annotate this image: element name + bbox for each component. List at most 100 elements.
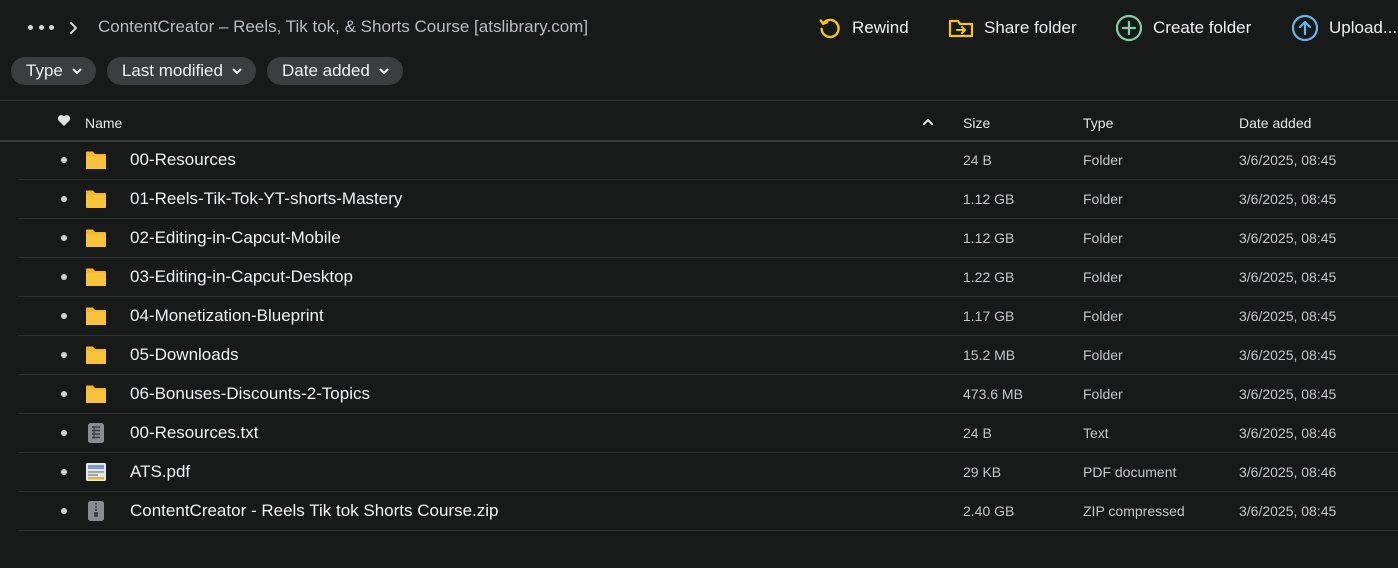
heart-icon[interactable] xyxy=(57,114,71,127)
file-date-added: 3/6/2025, 08:45 xyxy=(1239,308,1337,324)
folder-icon xyxy=(86,346,106,364)
breadcrumb-current-folder[interactable]: ContentCreator – Reels, Tik tok, & Short… xyxy=(98,17,588,37)
upload-icon xyxy=(1291,14,1319,42)
file-name[interactable]: 06-Bonuses-Discounts-2-Topics xyxy=(130,384,370,404)
chevron-down-icon xyxy=(72,68,82,74)
last-modified-filter-button[interactable]: Last modified xyxy=(106,57,256,85)
folder-icon xyxy=(86,229,106,247)
row-select-dot[interactable] xyxy=(61,157,67,163)
file-size: 2.40 GB xyxy=(963,503,1015,519)
dot-icon xyxy=(38,24,44,30)
file-date-added: 3/6/2025, 08:45 xyxy=(1239,269,1337,285)
row-select-dot[interactable] xyxy=(61,469,67,475)
type-filter-button[interactable]: Type xyxy=(11,57,96,85)
folder-icon xyxy=(86,385,106,403)
file-date-added: 3/6/2025, 08:45 xyxy=(1239,386,1337,402)
chevron-down-icon xyxy=(379,68,389,74)
date-added-filter-label: Date added xyxy=(281,61,370,80)
upload-button[interactable]: Upload... xyxy=(1291,13,1397,43)
rewind-label: Rewind xyxy=(852,18,909,37)
last-modified-filter-label: Last modified xyxy=(121,61,223,80)
date-added-filter-button[interactable]: Date added xyxy=(266,57,403,85)
file-date-added: 3/6/2025, 08:45 xyxy=(1239,347,1337,363)
file-name[interactable]: 03-Editing-in-Capcut-Desktop xyxy=(130,267,353,287)
text-file-icon xyxy=(88,423,104,443)
file-size: 1.22 GB xyxy=(963,269,1015,285)
row-select-dot[interactable] xyxy=(61,430,67,436)
row-select-dot[interactable] xyxy=(61,274,67,280)
file-size: 473.6 MB xyxy=(963,386,1023,402)
column-header-name[interactable]: Name xyxy=(85,115,122,131)
file-size: 1.12 GB xyxy=(963,191,1015,207)
row-select-dot[interactable] xyxy=(61,313,67,319)
file-size: 1.12 GB xyxy=(963,230,1015,246)
share-folder-label: Share folder xyxy=(984,18,1077,37)
folder-icon xyxy=(86,268,106,286)
sort-ascending-icon[interactable] xyxy=(922,117,934,127)
folder-icon xyxy=(86,307,106,325)
file-row[interactable]: 00-Resources 24 B Folder 3/6/2025, 08:45 xyxy=(18,141,1398,180)
row-select-dot[interactable] xyxy=(61,391,67,397)
file-size: 29 KB xyxy=(963,464,1002,480)
file-name[interactable]: 00-Resources xyxy=(130,150,236,170)
file-type: Folder xyxy=(1083,191,1123,207)
folder-icon xyxy=(86,151,106,169)
file-list-header: Name Size Type Date added xyxy=(0,101,1398,141)
zip-file-icon xyxy=(88,501,104,521)
file-name[interactable]: ContentCreator - Reels Tik tok Shorts Co… xyxy=(130,501,498,521)
file-date-added: 3/6/2025, 08:45 xyxy=(1239,152,1337,168)
file-row[interactable]: 06-Bonuses-Discounts-2-Topics 473.6 MB F… xyxy=(18,375,1398,414)
chevron-right-icon xyxy=(70,22,77,34)
file-name[interactable]: 02-Editing-in-Capcut-Mobile xyxy=(130,228,341,248)
share-folder-icon xyxy=(948,19,974,38)
rewind-button[interactable]: Rewind xyxy=(818,13,909,43)
file-type: Folder xyxy=(1083,308,1123,324)
file-date-added: 3/6/2025, 08:45 xyxy=(1239,191,1337,207)
add-circle-icon xyxy=(1115,14,1143,42)
file-row[interactable]: 04-Monetization-Blueprint 1.17 GB Folder… xyxy=(18,297,1398,336)
file-row[interactable]: ContentCreator - Reels Tik tok Shorts Co… xyxy=(18,492,1398,531)
dot-icon xyxy=(28,24,33,30)
row-select-dot[interactable] xyxy=(61,352,67,358)
file-name[interactable]: 05-Downloads xyxy=(130,345,239,365)
file-size: 15.2 MB xyxy=(963,347,1016,363)
column-header-date-added[interactable]: Date added xyxy=(1239,115,1311,131)
file-date-added: 3/6/2025, 08:46 xyxy=(1239,425,1337,441)
dot-icon xyxy=(49,24,54,30)
file-type: Folder xyxy=(1083,230,1123,246)
create-folder-button[interactable]: Create folder xyxy=(1115,13,1251,43)
file-row[interactable]: 03-Editing-in-Capcut-Desktop 1.22 GB Fol… xyxy=(18,258,1398,297)
file-row[interactable]: 00-Resources.txt 24 B Text 3/6/2025, 08:… xyxy=(18,414,1398,453)
type-filter-label: Type xyxy=(26,61,63,80)
file-name[interactable]: 01-Reels-Tik-Tok-YT-shorts-Mastery xyxy=(130,189,402,209)
file-type: Folder xyxy=(1083,347,1123,363)
share-folder-button[interactable]: Share folder xyxy=(948,13,1077,43)
file-row[interactable]: 01-Reels-Tik-Tok-YT-shorts-Mastery 1.12 … xyxy=(18,180,1398,219)
filter-bar: Type Last modified Date added xyxy=(11,57,403,85)
file-size: 24 B xyxy=(963,425,992,441)
pdf-file-icon xyxy=(86,463,106,481)
file-type: Text xyxy=(1083,425,1109,441)
file-type: Folder xyxy=(1083,269,1123,285)
column-header-size[interactable]: Size xyxy=(963,115,990,131)
top-bar: ContentCreator – Reels, Tik tok, & Short… xyxy=(0,0,1398,56)
rewind-icon xyxy=(819,18,840,39)
row-select-dot[interactable] xyxy=(61,235,67,241)
file-row[interactable]: ATS.pdf 29 KB PDF document 3/6/2025, 08:… xyxy=(18,453,1398,492)
file-name[interactable]: 04-Monetization-Blueprint xyxy=(130,306,324,326)
file-list: 00-Resources 24 B Folder 3/6/2025, 08:45… xyxy=(0,141,1398,531)
row-select-dot[interactable] xyxy=(61,196,67,202)
file-date-added: 3/6/2025, 08:45 xyxy=(1239,230,1337,246)
file-type: ZIP compressed xyxy=(1083,503,1185,519)
column-header-type[interactable]: Type xyxy=(1083,115,1113,131)
file-date-added: 3/6/2025, 08:46 xyxy=(1239,464,1337,480)
row-select-dot[interactable] xyxy=(61,508,67,514)
more-options-button[interactable] xyxy=(28,17,54,37)
file-name[interactable]: ATS.pdf xyxy=(130,462,190,482)
upload-label: Upload... xyxy=(1329,18,1398,37)
file-type: Folder xyxy=(1083,386,1123,402)
file-row[interactable]: 05-Downloads 15.2 MB Folder 3/6/2025, 08… xyxy=(18,336,1398,375)
file-row[interactable]: 02-Editing-in-Capcut-Mobile 1.12 GB Fold… xyxy=(18,219,1398,258)
file-date-added: 3/6/2025, 08:45 xyxy=(1239,503,1337,519)
file-name[interactable]: 00-Resources.txt xyxy=(130,423,259,443)
